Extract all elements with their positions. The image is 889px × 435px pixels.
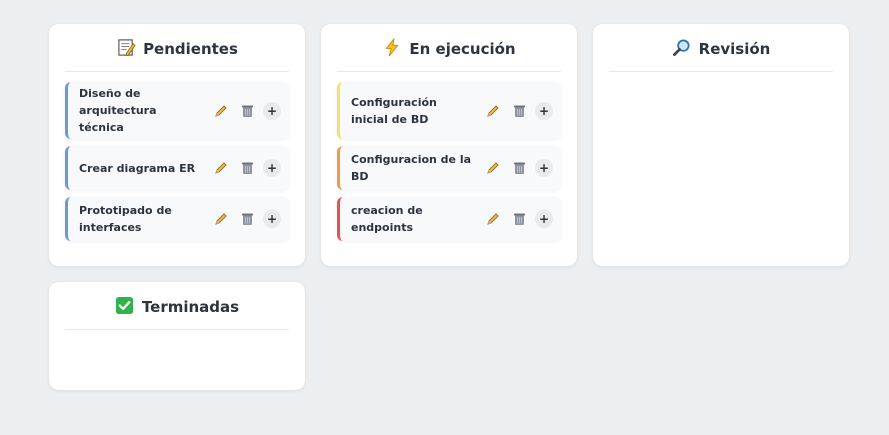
column-revision: Revisión: [593, 24, 849, 266]
task-card[interactable]: Configuracion de la BD +: [337, 146, 561, 190]
magnifier-icon: [672, 38, 692, 58]
task-card[interactable]: Diseño de arquitectura técnica +: [65, 82, 289, 139]
memo-icon: [116, 38, 136, 58]
add-button[interactable]: +: [263, 101, 281, 120]
trash-icon[interactable]: [509, 158, 529, 178]
pencil-icon[interactable]: [483, 101, 503, 121]
task-card[interactable]: Configuración inicial de BD +: [337, 82, 561, 139]
add-button[interactable]: +: [263, 210, 281, 228]
column-pendientes: Pendientes Diseño de arquitectura técnic…: [49, 24, 305, 266]
trash-icon[interactable]: [509, 209, 529, 229]
task-card[interactable]: Crear diagrama ER +: [65, 146, 289, 190]
add-button[interactable]: +: [535, 101, 553, 120]
task-title: Configuración inicial de BD: [351, 95, 437, 126]
add-button[interactable]: +: [535, 159, 553, 177]
add-button[interactable]: +: [535, 210, 553, 228]
trash-icon[interactable]: [237, 101, 257, 121]
add-button[interactable]: +: [263, 159, 281, 177]
task-title: Prototipado de interfaces: [79, 204, 172, 234]
pencil-icon[interactable]: [483, 209, 503, 229]
column-header: Revisión: [609, 24, 833, 72]
trash-icon[interactable]: [237, 209, 257, 229]
pencil-icon[interactable]: [211, 209, 231, 229]
trash-icon[interactable]: [509, 101, 529, 121]
column-title: Revisión: [698, 39, 771, 58]
pencil-icon[interactable]: [211, 158, 231, 178]
column-header: En ejecución: [337, 24, 561, 72]
lightning-icon: [382, 38, 402, 58]
column-header: Pendientes: [65, 24, 289, 72]
column-title: Terminadas: [141, 297, 240, 316]
task-title: Crear diagrama ER: [79, 161, 196, 175]
column-title: Pendientes: [143, 39, 238, 58]
trash-icon[interactable]: [237, 158, 257, 178]
pencil-icon[interactable]: [483, 158, 503, 178]
column-en-ejecucion: En ejecución Configuración inicial de BD…: [321, 24, 577, 266]
task-card[interactable]: creacion de endpoints +: [337, 197, 561, 241]
column-header: Terminadas: [65, 282, 289, 330]
task-title: creacion de endpoints: [351, 204, 423, 234]
kanban-board: Pendientes Diseño de arquitectura técnic…: [0, 0, 889, 435]
pencil-icon[interactable]: [211, 101, 231, 121]
task-card[interactable]: Prototipado de interfaces +: [65, 197, 289, 241]
column-terminadas: Terminadas: [49, 282, 305, 390]
check-box-icon: [115, 296, 135, 316]
column-title: En ejecución: [409, 39, 516, 58]
task-title: Diseño de arquitectura técnica: [79, 87, 157, 134]
task-title: Configuracion de la BD: [351, 153, 472, 183]
